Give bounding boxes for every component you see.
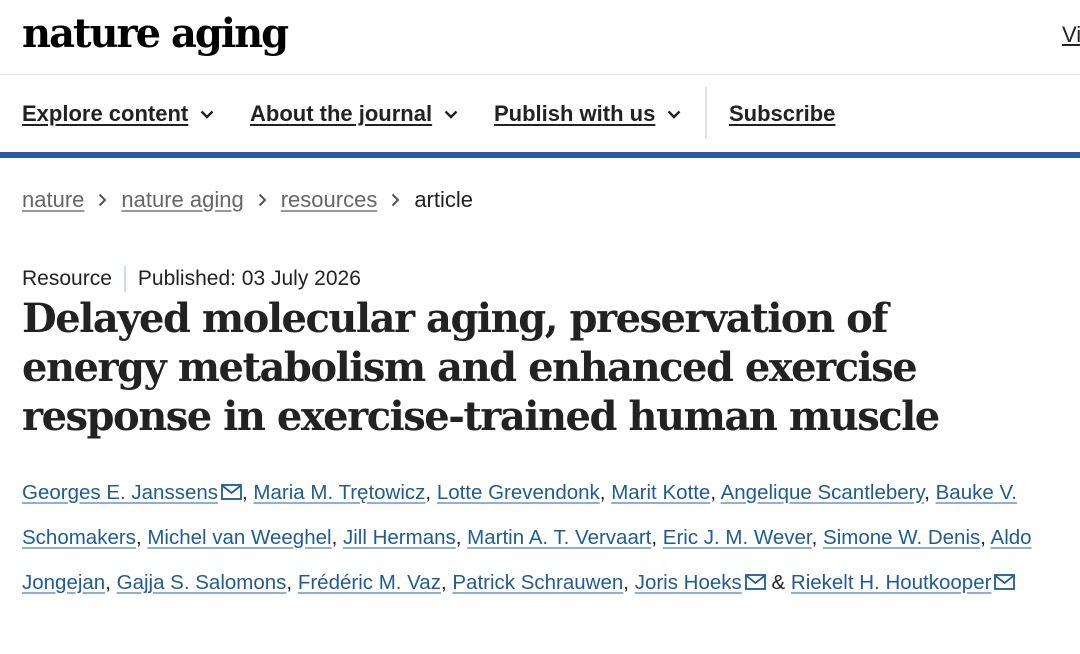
main-nav: Explore content About the journal Publis… <box>0 75 1080 152</box>
author-link[interactable]: Maria M. Trętowicz <box>253 481 425 504</box>
breadcrumb: nature nature aging resources article <box>22 187 473 213</box>
breadcrumb-resources[interactable]: resources <box>281 187 378 213</box>
author-link[interactable]: Marit Kotte <box>611 481 710 504</box>
nav-label: Explore content <box>22 101 189 126</box>
mail-icon[interactable] <box>744 574 766 590</box>
view-link[interactable]: Vi <box>1062 22 1080 48</box>
author-link[interactable]: Martin A. T. Vervaart <box>467 526 651 549</box>
author-list: Georges E. Janssens, Maria M. Trętowicz,… <box>22 481 1032 594</box>
nav-publish-with-us[interactable]: Publish with us <box>494 101 681 127</box>
chevron-right-icon <box>391 187 400 213</box>
author-link[interactable]: Jill Hermans <box>343 526 456 549</box>
mail-icon[interactable] <box>994 574 1016 590</box>
chevron-down-icon <box>200 110 214 119</box>
publish-date: Published: 03 July 2026 <box>137 267 361 290</box>
author-link[interactable]: Eric J. M. Wever <box>663 526 812 549</box>
nav-label: Publish with us <box>494 101 656 126</box>
nav-about-journal[interactable]: About the journal <box>250 101 458 127</box>
article-type: Resource <box>22 267 112 290</box>
breadcrumb-nature[interactable]: nature <box>22 187 84 213</box>
nav-label: About the journal <box>250 101 433 126</box>
article-title: Delayed molecular aging, preservation of… <box>22 295 940 440</box>
article-meta: Resource Published: 03 July 2026 <box>22 266 361 292</box>
nav-label: Subscribe <box>729 101 836 126</box>
author-link[interactable]: Michel van Weeghel <box>147 526 331 549</box>
mail-icon[interactable] <box>221 484 242 500</box>
author-link[interactable]: Angelique Scantlebery <box>721 481 925 504</box>
meta-divider <box>123 266 126 292</box>
author-link[interactable]: Patrick Schrauwen <box>452 571 623 594</box>
site-header: nature aging Vi <box>0 0 1080 75</box>
chevron-right-icon <box>258 187 267 213</box>
chevron-down-icon <box>667 110 681 119</box>
journal-logo[interactable]: nature aging <box>22 10 289 57</box>
author-link[interactable]: Frédéric M. Vaz <box>298 571 441 594</box>
author-link[interactable]: Riekelt H. Houtkooper <box>791 571 992 594</box>
accent-bar <box>0 152 1080 158</box>
author-link[interactable]: Gajja S. Salomons <box>117 571 287 594</box>
author-link[interactable]: Lotte Grevendonk <box>437 481 600 504</box>
breadcrumb-nature-aging[interactable]: nature aging <box>121 187 243 213</box>
nav-divider <box>705 87 707 139</box>
nav-explore-content[interactable]: Explore content <box>22 101 214 127</box>
author-link[interactable]: Georges E. Janssens <box>22 481 218 504</box>
chevron-right-icon <box>98 187 107 213</box>
chevron-down-icon <box>444 110 458 119</box>
author-link[interactable]: Simone W. Denis <box>823 526 980 549</box>
breadcrumb-current: article <box>414 187 473 212</box>
nav-subscribe[interactable]: Subscribe <box>729 101 835 127</box>
author-link[interactable]: Joris Hoeks <box>635 571 742 594</box>
ampersand: & <box>771 571 786 594</box>
